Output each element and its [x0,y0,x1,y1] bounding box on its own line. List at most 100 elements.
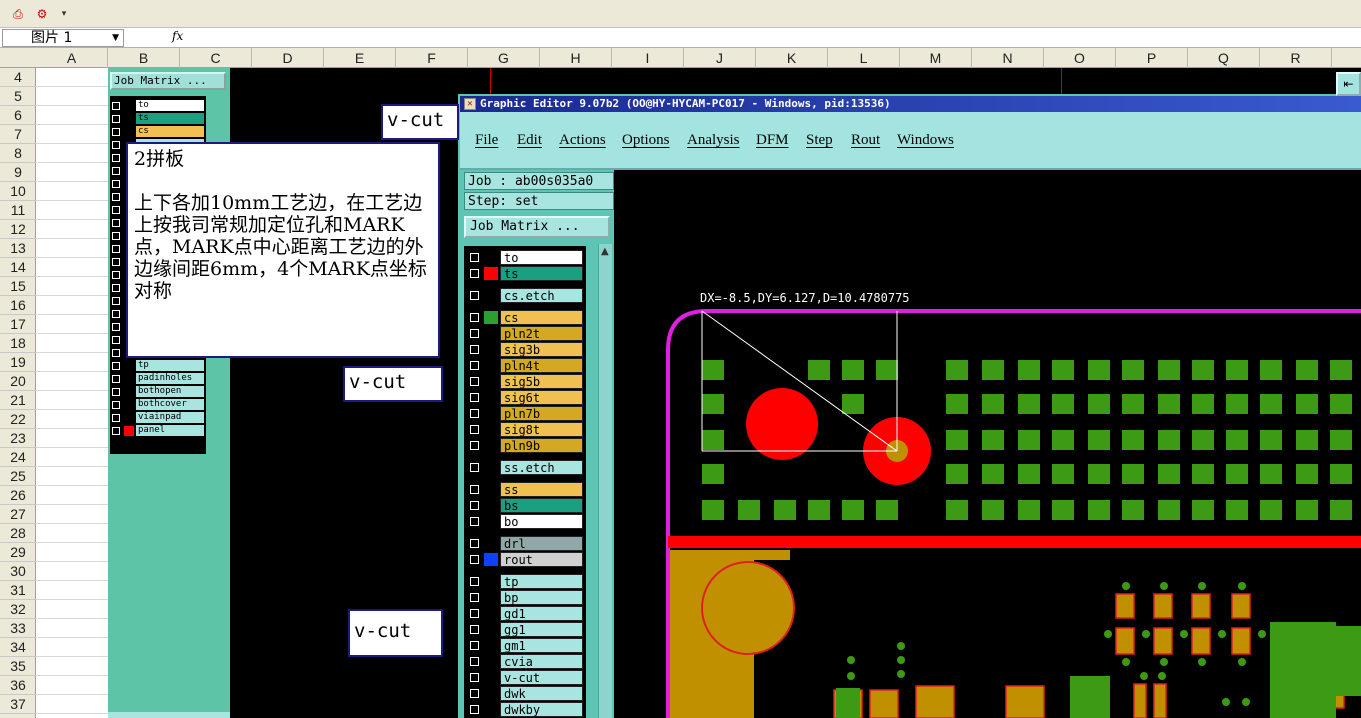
row-header[interactable]: 28 [0,524,36,543]
layer-checkbox[interactable] [470,625,479,634]
column-header[interactable]: C [180,48,252,68]
vcut-label-2[interactable]: v-cut [343,366,443,402]
editor-title-bar[interactable]: ✕ Graphic Editor 9.07b2 (OO@HY-HYCAM-PC01… [460,96,1361,112]
row-header[interactable]: 7 [0,125,36,144]
layer-row[interactable]: bp [466,590,584,605]
layer-row[interactable]: pln4t [466,358,584,373]
layer-row[interactable]: bs [466,498,584,513]
layer-name[interactable]: v-cut [500,670,583,685]
layer-checkbox[interactable] [470,393,479,402]
layer-row[interactable]: sig5b [466,374,584,389]
row-header[interactable]: 33 [0,619,36,638]
name-box[interactable]: 图片 1 ▼ [2,29,124,47]
layer-checkbox[interactable] [470,253,479,262]
menu-analysis[interactable]: Analysis [687,132,740,149]
layer-checkbox[interactable] [470,361,479,370]
row-header[interactable]: 9 [0,163,36,182]
layer-checkbox[interactable] [470,485,479,494]
row-header[interactable]: 24 [0,448,36,467]
layer-row[interactable]: ss.etch [466,460,584,475]
menu-actions[interactable]: Actions [559,132,606,149]
layer-name[interactable]: sig3b [500,342,583,357]
column-header[interactable]: K [756,48,828,68]
menu-edit[interactable]: Edit [517,132,542,149]
column-header[interactable]: I [612,48,684,68]
layer-checkbox[interactable] [470,689,479,698]
layer-name[interactable]: sig8t [500,422,583,437]
scroll-up-icon[interactable]: ▲ [601,246,609,257]
layer-name[interactable]: dwk [500,686,583,701]
menu-windows[interactable]: Windows [897,132,954,149]
layer-name[interactable]: sig6t [500,390,583,405]
note-textbox[interactable]: 2拼板 上下各加10mm工艺边，在工艺边上按我司常规加定位孔和MARK点，MAR… [126,142,440,358]
menu-dfm[interactable]: DFM [756,132,789,149]
layer-checkbox[interactable] [470,329,479,338]
layer-checkbox[interactable] [470,555,479,564]
row-header[interactable]: 22 [0,410,36,429]
column-header[interactable]: M [900,48,972,68]
layer-checkbox[interactable] [470,673,479,682]
row-header[interactable]: 27 [0,505,36,524]
layer-checkbox[interactable] [470,313,479,322]
column-header[interactable]: N [972,48,1044,68]
layer-row[interactable]: sig8t [466,422,584,437]
row-header[interactable]: 16 [0,296,36,315]
column-header[interactable]: A [36,48,108,68]
job-matrix-button[interactable]: Job Matrix ... [464,216,610,238]
layer-name[interactable]: tp [500,574,583,589]
row-header[interactable]: 25 [0,467,36,486]
layer-row[interactable]: cs [466,310,584,325]
row-header[interactable]: 36 [0,676,36,695]
column-header[interactable]: H [540,48,612,68]
row-header[interactable]: 5 [0,87,36,106]
row-header[interactable]: 8 [0,144,36,163]
row-header[interactable]: 12 [0,220,36,239]
layer-row[interactable]: gd1 [466,606,584,621]
pcb-canvas[interactable] [614,170,1361,718]
layer-name[interactable]: gg1 [500,622,583,637]
layer-row[interactable]: rout [466,552,584,567]
layer-name[interactable]: pln2t [500,326,583,341]
layer-row[interactable]: to [466,250,584,265]
menu-rout[interactable]: Rout [851,132,880,149]
layer-checkbox[interactable] [470,641,479,650]
layer-row[interactable]: pln7b [466,406,584,421]
layer-name[interactable]: pln4t [500,358,583,373]
layer-checkbox[interactable] [470,425,479,434]
panel-toggle-icon[interactable]: ⇤ [1336,72,1361,96]
row-header[interactable]: 29 [0,543,36,562]
column-header[interactable]: D [252,48,324,68]
layer-row[interactable]: sig6t [466,390,584,405]
layer-checkbox[interactable] [470,593,479,602]
layer-row[interactable]: ss [466,482,584,497]
row-header[interactable]: 20 [0,372,36,391]
column-header[interactable]: F [396,48,468,68]
row-header[interactable]: 13 [0,239,36,258]
layer-row[interactable]: ts [466,266,584,281]
layer-name[interactable]: cvia [500,654,583,669]
column-header[interactable]: Q [1188,48,1260,68]
layer-row[interactable]: dwkby [466,702,584,717]
menu-file[interactable]: File [475,132,498,149]
toolbar-options-icon[interactable]: ▾ [56,6,72,22]
layer-row[interactable]: pln9b [466,438,584,453]
layer-name[interactable]: pln7b [500,406,583,421]
column-header[interactable]: P [1116,48,1188,68]
layer-name[interactable]: sig5b [500,374,583,389]
column-header[interactable]: E [324,48,396,68]
layer-checkbox[interactable] [470,291,479,300]
pdf-icon[interactable]: ⎙ [10,6,26,22]
column-header[interactable]: O [1044,48,1116,68]
row-header[interactable]: 10 [0,182,36,201]
layer-row[interactable]: v-cut [466,670,584,685]
layer-checkbox[interactable] [470,517,479,526]
layer-name[interactable]: bo [500,514,583,529]
layer-list-scrollbar[interactable]: ▲ [598,244,612,718]
layer-checkbox[interactable] [470,705,479,714]
column-a-cells[interactable] [36,68,108,718]
layer-checkbox[interactable] [470,577,479,586]
menu-step[interactable]: Step [806,132,833,149]
row-header[interactable]: 14 [0,258,36,277]
layer-name[interactable]: rout [500,552,583,567]
layer-row[interactable]: cvia [466,654,584,669]
